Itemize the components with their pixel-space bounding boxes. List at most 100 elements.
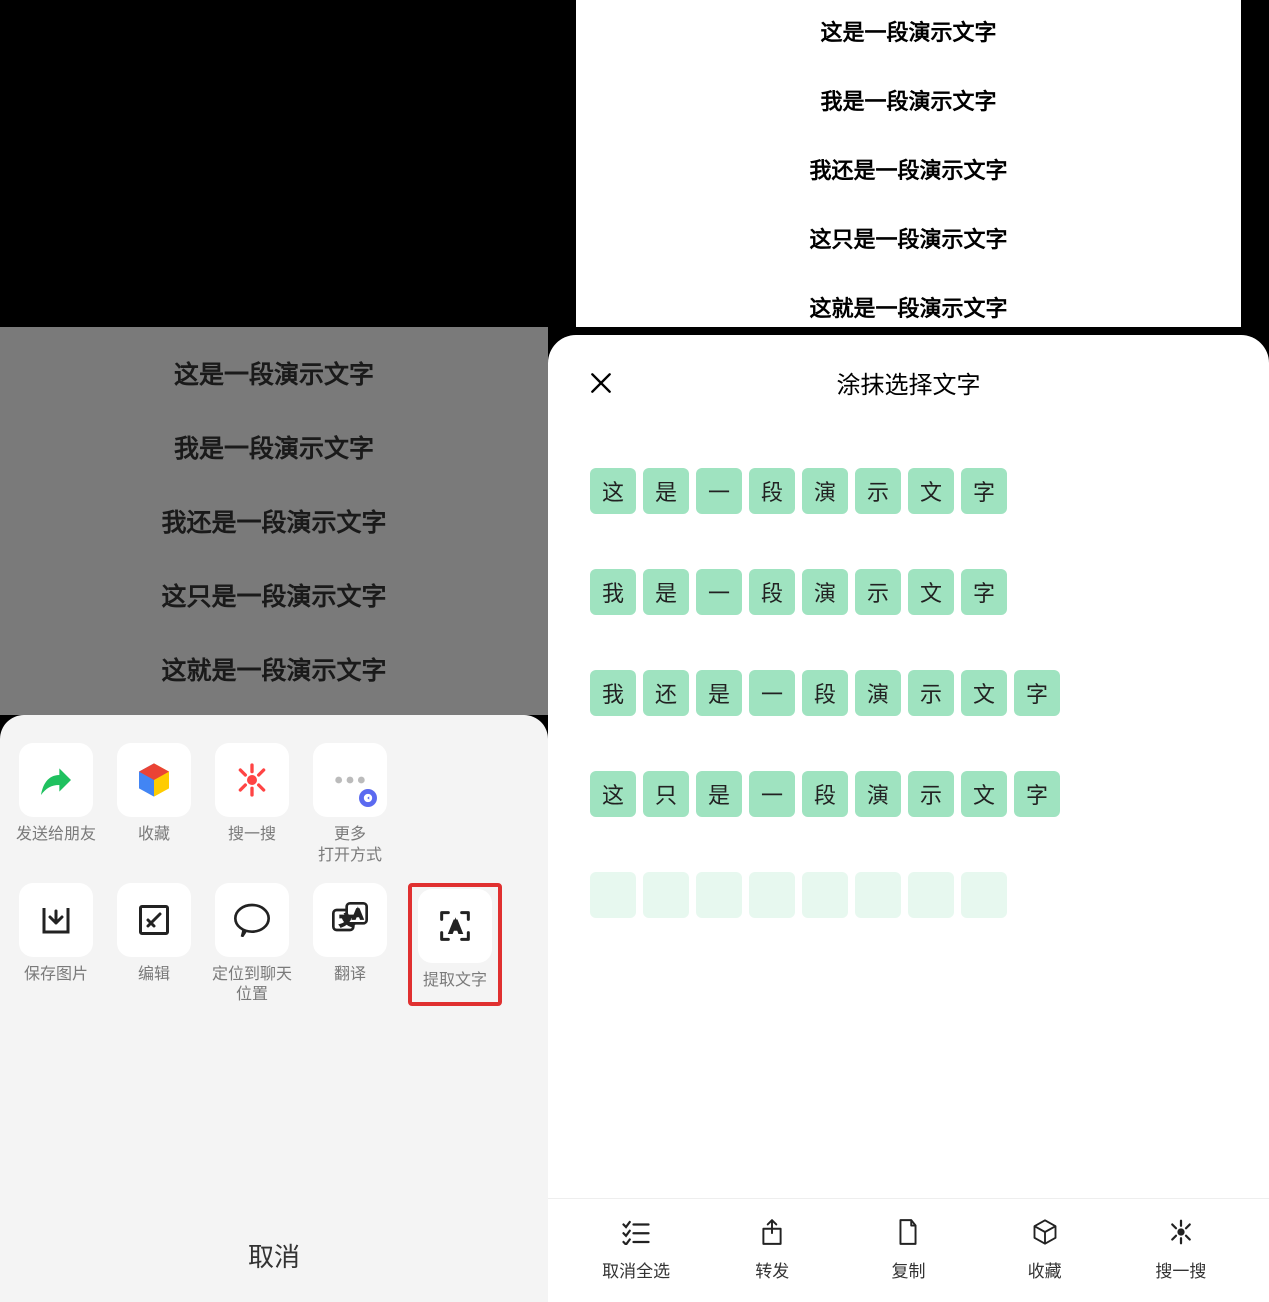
demo-text-line: 我还是一段演示文字 (161, 503, 386, 539)
list-check-icon (621, 1217, 651, 1247)
char-box[interactable]: 一 (749, 670, 795, 716)
char-row: 这是一段演示文字 (590, 468, 1227, 514)
more-label: 更多 打开方式 (318, 825, 382, 867)
spark-icon (215, 743, 289, 817)
forward-label: 转发 (755, 1257, 789, 1282)
char-box[interactable]: 示 (855, 468, 901, 514)
char-box[interactable]: 是 (643, 468, 689, 514)
deselect-all-button[interactable]: 取消全选 (591, 1217, 681, 1282)
action-row-1: 发送给朋友 收藏 搜一搜 更多 打开方式 (10, 735, 538, 875)
char-box[interactable]: 段 (749, 569, 795, 615)
favorite-label-right: 收藏 (1028, 1257, 1062, 1282)
char-box[interactable]: 字 (1014, 771, 1060, 817)
left-screenshot: 这是一段演示文字我是一段演示文字我还是一段演示文字这只是一段演示文字这就是一段演… (0, 0, 548, 1302)
char-box[interactable] (855, 872, 901, 918)
action-row-2: 保存图片 编辑 定位到聊天 位置 文A 翻译 (10, 875, 538, 1015)
demo-text-line: 这只是一段演示文字 (809, 222, 1007, 254)
right-image-preview: 这是一段演示文字我是一段演示文字我还是一段演示文字这只是一段演示文字这就是一段演… (576, 0, 1241, 327)
char-box[interactable]: 这 (590, 468, 636, 514)
favorite-label: 收藏 (138, 825, 170, 846)
share-up-icon (759, 1217, 785, 1247)
char-box[interactable]: 还 (643, 670, 689, 716)
share-to-friend-button[interactable]: 发送给朋友 (16, 743, 96, 867)
char-box[interactable]: 一 (696, 468, 742, 514)
highlight-box: A 提取文字 (408, 883, 502, 1007)
char-box[interactable] (961, 872, 1007, 918)
char-box[interactable]: 段 (749, 468, 795, 514)
char-box[interactable]: 文 (908, 569, 954, 615)
extract-text-panel: 涂抹选择文字 这是一段演示文字我是一段演示文字我还是一段演示文字这只是一段演示文… (548, 335, 1269, 1302)
char-box[interactable] (590, 872, 636, 918)
char-box[interactable]: 演 (802, 468, 848, 514)
more-open-button[interactable]: 更多 打开方式 (310, 743, 390, 867)
cancel-button[interactable]: 取消 (10, 1209, 538, 1302)
char-box[interactable] (696, 872, 742, 918)
char-box[interactable]: 一 (749, 771, 795, 817)
cube-icon (117, 743, 191, 817)
left-black-area (0, 0, 548, 327)
char-box[interactable]: 演 (802, 569, 848, 615)
char-box[interactable]: 是 (643, 569, 689, 615)
edit-icon (117, 883, 191, 957)
char-box[interactable]: 一 (696, 569, 742, 615)
document-icon (896, 1217, 920, 1247)
translate-label: 翻译 (334, 965, 366, 986)
char-row: 我是一段演示文字 (590, 569, 1227, 615)
close-button[interactable] (588, 370, 614, 396)
copy-label: 复制 (891, 1257, 925, 1282)
deselect-label: 取消全选 (602, 1257, 670, 1282)
char-box[interactable]: 示 (908, 771, 954, 817)
demo-text-line: 我还是一段演示文字 (809, 153, 1007, 185)
bottom-action-bar: 取消全选 转发 复制 收藏 (548, 1198, 1269, 1302)
char-box[interactable]: 段 (802, 670, 848, 716)
ocr-icon: A (418, 889, 492, 963)
search-button[interactable]: 搜一搜 (212, 743, 292, 867)
share-label: 发送给朋友 (16, 825, 96, 846)
share-icon (19, 743, 93, 817)
extract-text-button[interactable]: A 提取文字 (415, 889, 495, 992)
char-box[interactable]: 文 (908, 468, 954, 514)
chat-icon (215, 883, 289, 957)
char-box[interactable] (908, 872, 954, 918)
translate-button[interactable]: 文A 翻译 (310, 883, 390, 1007)
favorite-button-right[interactable]: 收藏 (1000, 1217, 1090, 1282)
char-row: 我还是一段演示文字 (590, 670, 1227, 716)
char-box[interactable]: 只 (643, 771, 689, 817)
char-box[interactable]: 演 (855, 771, 901, 817)
char-box[interactable]: 段 (802, 771, 848, 817)
edit-button[interactable]: 编辑 (114, 883, 194, 1007)
char-box[interactable]: 示 (855, 569, 901, 615)
char-box[interactable]: 我 (590, 569, 636, 615)
char-box[interactable]: 演 (855, 670, 901, 716)
favorite-button[interactable]: 收藏 (114, 743, 194, 867)
char-box[interactable] (643, 872, 689, 918)
char-box[interactable]: 字 (961, 468, 1007, 514)
svg-text:A: A (450, 917, 462, 936)
locate-chat-button[interactable]: 定位到聊天 位置 (212, 883, 292, 1007)
char-box[interactable]: 字 (961, 569, 1007, 615)
char-box[interactable]: 这 (590, 771, 636, 817)
spark-outline-icon (1166, 1217, 1196, 1247)
action-sheet: 发送给朋友 收藏 搜一搜 更多 打开方式 (0, 715, 548, 1302)
forward-button[interactable]: 转发 (727, 1217, 817, 1282)
left-image-preview: 这是一段演示文字我是一段演示文字我还是一段演示文字这只是一段演示文字这就是一段演… (0, 327, 548, 715)
char-row-faded (590, 872, 1227, 918)
char-box[interactable]: 文 (961, 771, 1007, 817)
character-selection-area[interactable]: 这是一段演示文字我是一段演示文字我还是一段演示文字这只是一段演示文字 (548, 418, 1269, 1198)
char-box[interactable] (802, 872, 848, 918)
char-box[interactable]: 我 (590, 670, 636, 716)
char-box[interactable]: 文 (961, 670, 1007, 716)
copy-button[interactable]: 复制 (863, 1217, 953, 1282)
right-screenshot: 这是一段演示文字我是一段演示文字我还是一段演示文字这只是一段演示文字这就是一段演… (548, 0, 1269, 1302)
char-box[interactable]: 字 (1014, 670, 1060, 716)
save-image-button[interactable]: 保存图片 (16, 883, 96, 1007)
char-box[interactable]: 是 (696, 670, 742, 716)
char-box[interactable]: 是 (696, 771, 742, 817)
char-box[interactable]: 示 (908, 670, 954, 716)
search-label: 搜一搜 (228, 825, 276, 846)
panel-header: 涂抹选择文字 (548, 335, 1269, 418)
search-button-right[interactable]: 搜一搜 (1136, 1217, 1226, 1282)
demo-text-line: 这只是一段演示文字 (161, 577, 386, 613)
char-box[interactable] (749, 872, 795, 918)
panel-title: 涂抹选择文字 (588, 365, 1229, 400)
